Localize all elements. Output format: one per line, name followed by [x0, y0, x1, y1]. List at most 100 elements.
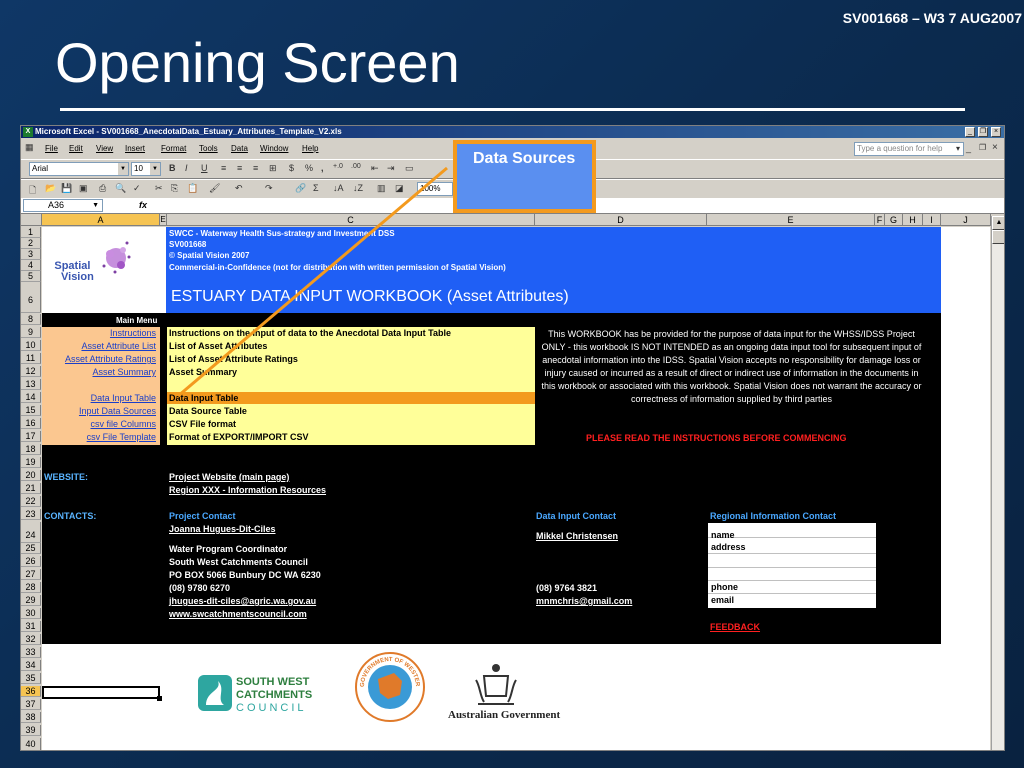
link-input-data-sources[interactable]: Input Data Sources — [79, 406, 156, 416]
row-header-16[interactable]: 16 — [21, 418, 41, 429]
menu-view[interactable]: View — [96, 144, 113, 153]
row-header-1[interactable]: 1 — [21, 227, 41, 238]
row-header-39[interactable]: 39 — [21, 725, 41, 736]
regional-contact-name[interactable]: name — [711, 530, 735, 540]
doc-close-button[interactable]: × — [992, 142, 998, 153]
row-header-10[interactable]: 10 — [21, 340, 41, 351]
new-icon[interactable]: 🗋 — [29, 183, 36, 199]
autosum-icon[interactable]: Σ — [313, 183, 319, 193]
feedback-link[interactable]: FEEDBACK — [710, 622, 760, 632]
link-asset-attribute-ratings[interactable]: Asset Attribute Ratings — [65, 354, 156, 364]
scroll-up-arrow-icon[interactable]: ▲ — [992, 216, 1004, 230]
format-painter-icon[interactable]: 🖌 — [209, 183, 220, 194]
row-header-36[interactable]: 36 — [21, 686, 41, 697]
column-header-f[interactable]: F — [875, 214, 885, 226]
row-header-12[interactable]: 12 — [21, 366, 41, 377]
cut-icon[interactable]: ✂ — [155, 183, 163, 194]
row-header-27[interactable]: 27 — [21, 569, 41, 580]
row-header-30[interactable]: 30 — [21, 608, 41, 619]
drawing-icon[interactable]: ◪ — [395, 183, 404, 194]
row-header-23[interactable]: 23 — [21, 509, 41, 520]
menu-data[interactable]: Data — [231, 144, 248, 153]
permission-icon[interactable]: ▣ — [79, 183, 88, 194]
menu-format[interactable]: Format — [161, 144, 186, 153]
outdent-icon[interactable]: ⇤ — [371, 163, 379, 174]
row-header-8[interactable]: 8 — [21, 314, 41, 325]
menu-file[interactable]: File — [45, 144, 58, 153]
undo-icon[interactable]: ↶ — [235, 183, 243, 194]
vertical-scrollbar[interactable]: ▲ — [991, 216, 1004, 750]
column-header-e[interactable]: E — [160, 214, 167, 226]
row-header-37[interactable]: 37 — [21, 699, 41, 710]
link-instructions[interactable]: Instructions — [110, 328, 156, 338]
open-icon[interactable]: 📂 — [45, 183, 56, 194]
row-header-35[interactable]: 35 — [21, 673, 41, 684]
ask-question-input[interactable]: Type a question for help — [854, 142, 964, 156]
row-header-19[interactable]: 19 — [21, 457, 41, 468]
font-size-select[interactable]: 10 ▼ — [131, 162, 161, 176]
project-contact-website[interactable]: www.swcatchmentscouncil.com — [169, 609, 307, 619]
row-header-6[interactable]: 6 — [21, 282, 41, 313]
percent-icon[interactable]: % — [305, 163, 313, 173]
row-header-24[interactable]: 24 — [21, 522, 41, 543]
row-header-15[interactable]: 15 — [21, 405, 41, 416]
spelling-icon[interactable]: ✓ — [133, 183, 141, 194]
row-header-9[interactable]: 9 — [21, 327, 41, 338]
row-header-3[interactable]: 3 — [21, 249, 41, 260]
link-csv-file-columns[interactable]: csv file Columns — [90, 419, 156, 429]
row-header-11[interactable]: 11 — [21, 353, 41, 364]
link-data-input-table[interactable]: Data Input Table — [91, 393, 156, 403]
row-header-14[interactable]: 14 — [21, 392, 41, 403]
restore-button[interactable]: ❐ — [978, 127, 988, 137]
project-contact-email[interactable]: jhugues-dit-ciles@agric.wa.gov.au — [169, 596, 316, 606]
regional-contact-email[interactable]: email — [711, 595, 734, 605]
align-center-icon[interactable]: ≡ — [237, 163, 242, 173]
fill-handle[interactable] — [157, 696, 162, 701]
menu-tools[interactable]: Tools — [199, 144, 218, 153]
region-resources-link[interactable]: Region XXX - Information Resources — [169, 485, 326, 495]
column-header-h[interactable]: H — [903, 214, 923, 226]
font-select[interactable]: Arial ▼ — [29, 162, 129, 176]
column-header-j[interactable]: J — [941, 214, 991, 226]
column-header-g[interactable]: G — [885, 214, 903, 226]
row-header-25[interactable]: 25 — [21, 543, 41, 554]
column-header-d[interactable]: D — [535, 214, 707, 226]
row-header-38[interactable]: 38 — [21, 712, 41, 723]
italic-button[interactable]: I — [185, 163, 188, 173]
row-header-18[interactable]: 18 — [21, 444, 41, 455]
row-header-20[interactable]: 20 — [21, 470, 41, 481]
zoom-select[interactable]: 100% — [417, 182, 453, 196]
column-header-a[interactable]: A — [42, 214, 160, 226]
menu-window[interactable]: Window — [260, 144, 288, 153]
regional-contact-address[interactable]: address — [711, 542, 746, 552]
row-header-22[interactable]: 22 — [21, 496, 41, 507]
row-header-5[interactable]: 5 — [21, 271, 41, 282]
print-icon[interactable]: ⎙ — [99, 183, 106, 194]
borders-icon[interactable]: ▭ — [405, 163, 414, 174]
row-header-40[interactable]: 40 — [21, 738, 41, 750]
underline-button[interactable]: U — [201, 163, 208, 173]
comma-icon[interactable]: , — [321, 163, 324, 173]
row-header-28[interactable]: 28 — [21, 582, 41, 593]
paste-icon[interactable]: 📋 — [187, 183, 198, 194]
chart-wizard-icon[interactable]: ▥ — [377, 183, 386, 194]
redo-icon[interactable]: ↷ — [265, 183, 273, 194]
regional-contact-phone[interactable]: phone — [711, 582, 738, 592]
data-input-contact-name[interactable]: Mikkel Christensen — [536, 531, 618, 541]
menu-edit[interactable]: Edit — [69, 144, 83, 153]
sort-descending-icon[interactable]: ↓Z — [353, 183, 363, 193]
bold-button[interactable]: B — [169, 163, 176, 173]
row-header-29[interactable]: 29 — [21, 595, 41, 606]
align-left-icon[interactable]: ≡ — [221, 163, 226, 173]
row-header-4[interactable]: 4 — [21, 260, 41, 271]
row-header-32[interactable]: 32 — [21, 634, 41, 645]
link-asset-attribute-list[interactable]: Asset Attribute List — [81, 341, 156, 351]
doc-restore-button[interactable]: ❐ — [979, 143, 986, 152]
project-contact-name[interactable]: Joanna Hugues-Dit-Ciles — [169, 524, 276, 534]
select-all-corner[interactable] — [21, 214, 42, 226]
currency-icon[interactable]: $ — [289, 163, 294, 173]
save-icon[interactable]: 💾 — [61, 183, 72, 194]
align-right-icon[interactable]: ≡ — [253, 163, 258, 173]
decrease-decimal-icon[interactable]: .00 — [351, 163, 361, 170]
menu-help[interactable]: Help — [302, 144, 318, 153]
